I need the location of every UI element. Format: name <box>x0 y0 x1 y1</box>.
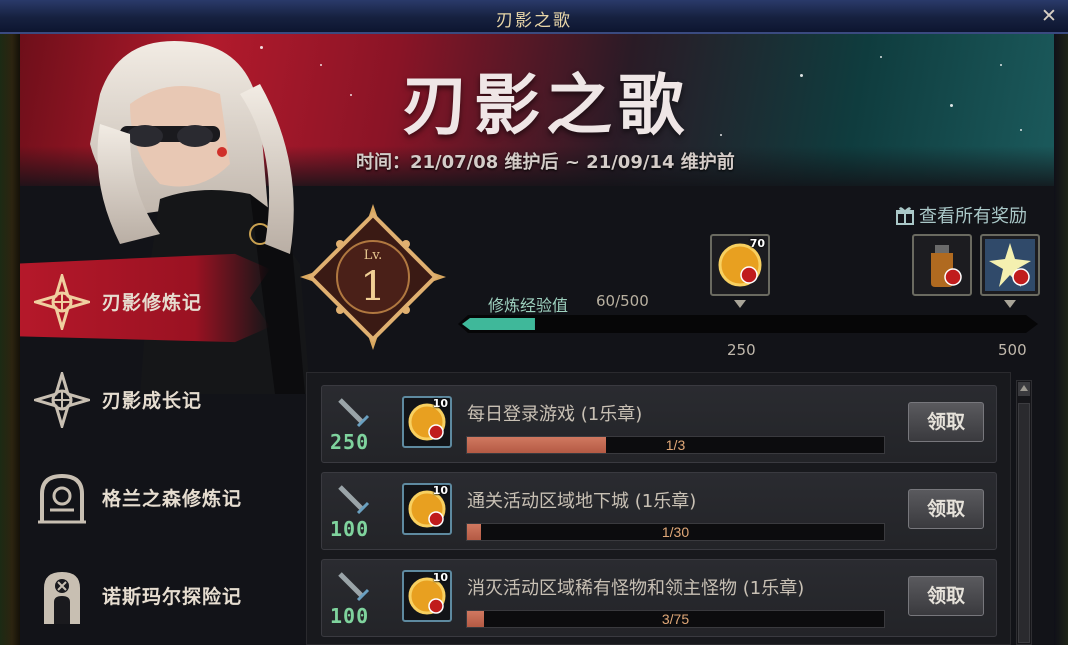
task-progress-text: 1/3 <box>665 437 686 453</box>
level-value: 1 <box>360 264 386 310</box>
task-points: 100 <box>330 517 370 541</box>
potion-bottle-icon <box>931 245 962 287</box>
task-reward[interactable]: 10 <box>402 570 452 622</box>
progress-label: 修炼经验值 <box>488 296 569 315</box>
milestone-pointer-icon <box>1004 300 1016 308</box>
close-button[interactable]: ✕ <box>1038 5 1060 27</box>
claim-button[interactable]: 领取 <box>908 489 984 529</box>
task-points: 100 <box>330 604 370 628</box>
task-name: 每日登录游戏 (1乐章) <box>467 404 643 425</box>
progress-value: 60/500 <box>596 292 649 310</box>
milestone-reward-250[interactable]: 70 <box>710 234 770 296</box>
task-row: 250 10 每日登录游戏 (1乐章) 1/3 领取 <box>321 385 997 463</box>
compass-star-icon <box>34 274 90 330</box>
nav-item-label: 诺斯玛尔探险记 <box>102 586 243 608</box>
sword-icon <box>338 572 370 602</box>
scroll-thumb[interactable] <box>1018 403 1030 643</box>
gate-arch-icon <box>38 473 86 524</box>
scroll-up-icon[interactable] <box>1018 382 1030 396</box>
task-name: 消灭活动区域稀有怪物和领主怪物 (1乐章) <box>467 578 805 599</box>
gift-icon <box>896 207 914 225</box>
event-date: 时间：21/07/08 维护后 ~ 21/09/14 维护前 <box>356 152 735 173</box>
compass-star-icon <box>34 372 90 428</box>
sword-icon <box>338 485 370 515</box>
claim-button[interactable]: 领取 <box>908 576 984 616</box>
nav-item-label: 刃影修炼记 <box>102 292 203 314</box>
reward-count: 70 <box>749 237 765 250</box>
sword-icon <box>338 398 370 428</box>
view-all-rewards-label: 查看所有奖励 <box>919 206 1027 227</box>
task-scrollbar[interactable] <box>1016 380 1032 645</box>
nav-item-nosmar[interactable]: 诺斯玛尔探险记 <box>20 544 270 640</box>
task-progress-text: 1/30 <box>661 524 690 540</box>
event-window: 刃影之歌 ✕ 刃影之歌 时间：21/07/08 维护后 ~ 21/09/14 维… <box>0 0 1068 645</box>
task-row: 100 10 消灭活动区域稀有怪物和领主怪物 (1乐章) 3/75 领取 <box>321 559 997 637</box>
milestone-reward-500-b[interactable] <box>980 234 1040 296</box>
experience-progress-bar <box>458 315 1038 333</box>
nav-item-label: 格兰之森修炼记 <box>102 488 243 510</box>
background-edge-right <box>1054 34 1068 645</box>
nav-item-blade-growth[interactable]: 刃影成长记 <box>20 348 270 444</box>
progress-fill <box>462 318 535 330</box>
nav-item-label: 刃影成长记 <box>102 390 203 412</box>
level-prefix: Lv. <box>363 248 383 263</box>
tombstone-icon <box>44 572 80 624</box>
window-title: 刃影之歌 <box>496 11 572 31</box>
task-reward[interactable]: 10 <box>402 483 452 535</box>
task-name: 通关活动区域地下城 (1乐章) <box>467 491 697 512</box>
nav-item-blade-training[interactable]: 刃影修炼记 <box>20 253 270 343</box>
reward-count: 10 <box>432 484 448 497</box>
event-banner: 刃影之歌 时间：21/07/08 维护后 ~ 21/09/14 维护前 <box>20 34 1054 186</box>
task-progress-bar: 3/75 <box>466 610 885 628</box>
task-progress-bar: 1/3 <box>466 436 885 454</box>
task-reward[interactable]: 10 <box>402 396 452 448</box>
reward-count: 10 <box>432 397 448 410</box>
nav-item-grand-flores[interactable]: 格兰之森修炼记 <box>20 446 270 542</box>
view-all-rewards-link[interactable]: 查看所有奖励 <box>895 202 1027 228</box>
task-list: 250 10 每日登录游戏 (1乐章) 1/3 领取 100 10 通关活动区域… <box>306 372 1011 645</box>
banner-title: 刃影之歌 <box>402 66 690 144</box>
progress-tick-500: 500 <box>998 341 1027 359</box>
task-row: 100 10 通关活动区域地下城 (1乐章) 1/30 领取 <box>321 472 997 550</box>
milestone-reward-500-a[interactable] <box>912 234 972 296</box>
background-edge-left <box>0 34 20 645</box>
task-points: 250 <box>330 430 370 454</box>
milestone-pointer-icon <box>734 300 746 308</box>
task-progress-bar: 1/30 <box>466 523 885 541</box>
title-bar: 刃影之歌 ✕ <box>0 0 1068 34</box>
burst-skill-icon <box>985 239 1035 291</box>
level-badge: Lv. 1 <box>298 202 448 352</box>
progress-tick-250: 250 <box>727 341 756 359</box>
reward-count: 10 <box>432 571 448 584</box>
claim-button[interactable]: 领取 <box>908 402 984 442</box>
task-progress-text: 3/75 <box>661 611 690 627</box>
